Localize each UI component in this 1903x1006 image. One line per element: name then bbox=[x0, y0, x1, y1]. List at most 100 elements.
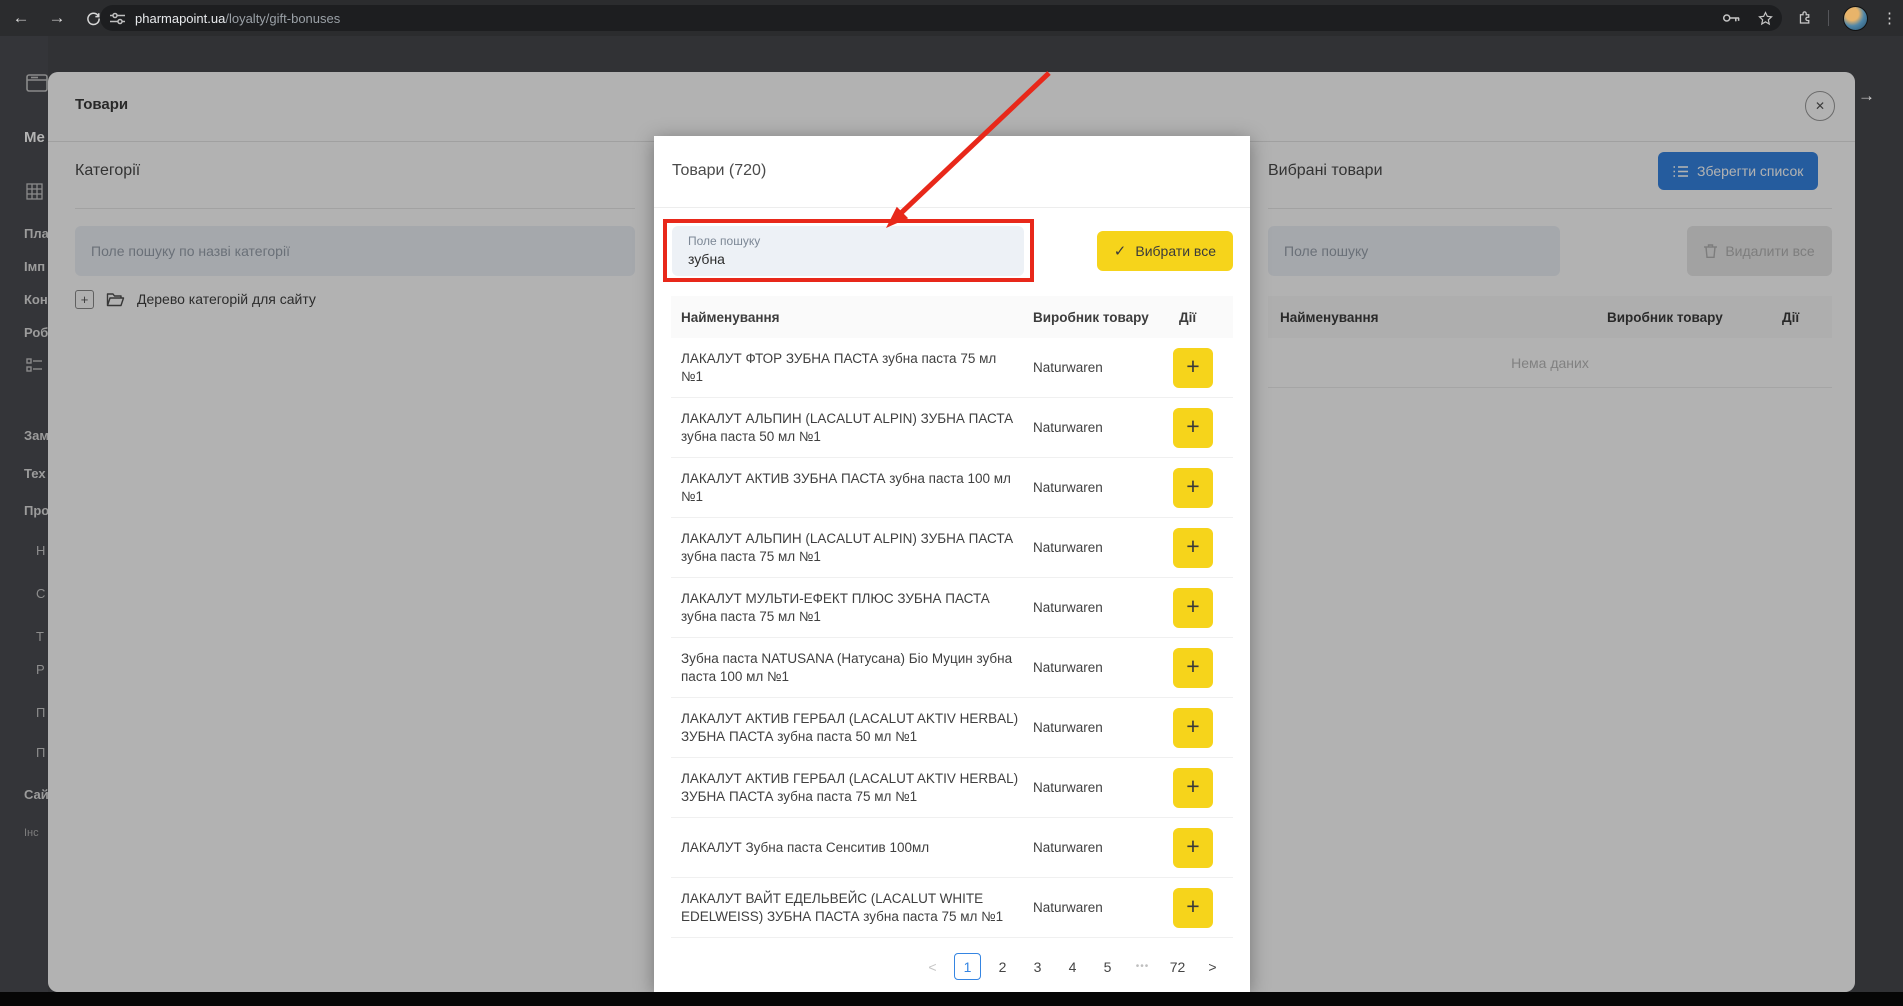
url-text: pharmapoint.ua/loyalty/gift-bonuses bbox=[135, 11, 340, 26]
sidebar-collapse-icon[interactable]: → bbox=[1858, 86, 1875, 106]
sidebar-item[interactable]: Роб bbox=[24, 325, 48, 340]
add-product-button[interactable]: + bbox=[1173, 348, 1213, 388]
page-ellipsis[interactable]: ••• bbox=[1129, 953, 1156, 980]
product-maker: Naturwaren bbox=[1033, 420, 1173, 435]
product-name: ЛАКАЛУТ АКТИВ ГЕРБАЛ (LACALUT AKTIV HERB… bbox=[671, 761, 1033, 815]
products-title: Товари (720) bbox=[672, 162, 766, 180]
address-bar[interactable]: pharmapoint.ua/loyalty/gift-bonuses bbox=[100, 5, 1782, 31]
page-number[interactable]: 72 bbox=[1164, 953, 1191, 980]
sidebar-item[interactable]: Пла bbox=[24, 226, 48, 241]
back-icon[interactable]: ← bbox=[6, 3, 36, 33]
browser-toolbar: ← → pharmapoint.ua/loyalty/gift-bonuses … bbox=[0, 0, 1903, 36]
sidebar-item[interactable]: Ме bbox=[24, 129, 45, 146]
search-field-label: Поле пошуку bbox=[688, 234, 760, 248]
bookmark-star-icon[interactable] bbox=[1757, 10, 1774, 27]
product-maker: Naturwaren bbox=[1033, 480, 1173, 495]
page-bottom-strip bbox=[0, 992, 1903, 1006]
sidebar-subitem[interactable]: Н bbox=[36, 543, 45, 558]
product-maker: Naturwaren bbox=[1033, 540, 1173, 555]
table-row: ЛАКАЛУТ АКТИВ ГЕРБАЛ (LACALUT AKTIV HERB… bbox=[671, 698, 1233, 758]
sidebar-subitem[interactable]: П bbox=[36, 705, 45, 720]
table-row: ЛАКАЛУТ ВАЙТ ЕДЕЛЬВЕЙС (LACALUT WHITE ED… bbox=[671, 878, 1233, 938]
sidebar-subitem[interactable]: С bbox=[36, 586, 45, 601]
product-maker: Naturwaren bbox=[1033, 840, 1173, 855]
products-panel: Товари (720) Поле пошуку ✓ Вибрати все Н… bbox=[654, 136, 1250, 992]
products-search-field[interactable]: Поле пошуку bbox=[672, 226, 1024, 276]
add-product-button[interactable]: + bbox=[1173, 648, 1213, 688]
col-maker: Виробник товару bbox=[1033, 310, 1173, 325]
pagination: < 1 2 3 4 5 ••• 72 > bbox=[919, 953, 1226, 980]
chrome-menu-icon[interactable]: ⋮ bbox=[1882, 9, 1897, 27]
sidebar-item[interactable]: Тех bbox=[24, 466, 46, 481]
product-name: ЛАКАЛУТ АКТИВ ЗУБНА ПАСТА зубна паста 10… bbox=[671, 461, 1033, 515]
sidebar-subitem[interactable]: Р bbox=[36, 662, 45, 677]
page-next-icon[interactable]: > bbox=[1199, 953, 1226, 980]
add-product-button[interactable]: + bbox=[1173, 768, 1213, 808]
password-key-icon[interactable] bbox=[1722, 11, 1741, 25]
col-name: Найменування bbox=[671, 310, 1033, 325]
products-modal: Товари ✕ Категорії + Дерево категорій дл… bbox=[48, 72, 1855, 992]
list-icon bbox=[26, 358, 43, 372]
table-row: ЛАКАЛУТ АЛЬПИН (LACALUT ALPIN) ЗУБНА ПАС… bbox=[671, 398, 1233, 458]
page-number[interactable]: 4 bbox=[1059, 953, 1086, 980]
product-name: ЛАКАЛУТ АЛЬПИН (LACALUT ALPIN) ЗУБНА ПАС… bbox=[671, 521, 1033, 575]
screen: ← → pharmapoint.ua/loyalty/gift-bonuses … bbox=[0, 0, 1903, 1006]
table-row: ЛАКАЛУТ ФТОР ЗУБНА ПАСТА зубна паста 75 … bbox=[671, 338, 1233, 398]
sidebar-item[interactable]: Кон bbox=[24, 292, 48, 307]
sidebar-subitem[interactable]: Т bbox=[36, 629, 44, 644]
sidebar-item[interactable]: Імп bbox=[24, 259, 45, 274]
product-name: ЛАКАЛУТ ФТОР ЗУБНА ПАСТА зубна паста 75 … bbox=[671, 341, 1033, 395]
page-number[interactable]: 3 bbox=[1024, 953, 1051, 980]
page-number[interactable]: 5 bbox=[1094, 953, 1121, 980]
extensions-icon[interactable] bbox=[1796, 9, 1814, 27]
products-table-header: Найменування Виробник товару Дії bbox=[671, 296, 1233, 338]
product-maker: Naturwaren bbox=[1033, 600, 1173, 615]
col-actions: Дії bbox=[1173, 310, 1233, 325]
add-product-button[interactable]: + bbox=[1173, 408, 1213, 448]
products-panel-header: Товари (720) bbox=[654, 136, 1250, 208]
sidebar-item[interactable]: Зам bbox=[24, 428, 48, 443]
product-name: ЛАКАЛУТ Зубна паста Сенситив 100мл bbox=[671, 830, 1033, 866]
table-row: Зубна паста NATUSANA (Натусана) Біо Муци… bbox=[671, 638, 1233, 698]
page-number[interactable]: 2 bbox=[989, 953, 1016, 980]
select-all-label: Вибрати все bbox=[1135, 243, 1216, 259]
product-maker: Naturwaren bbox=[1033, 360, 1173, 375]
table-row: ЛАКАЛУТ АКТИВ ЗУБНА ПАСТА зубна паста 10… bbox=[671, 458, 1233, 518]
sidebar-item[interactable]: Про bbox=[24, 503, 48, 518]
product-name: Зубна паста NATUSANA (Натусана) Біо Муци… bbox=[671, 641, 1033, 695]
table-row: ЛАКАЛУТ Зубна паста Сенситив 100мл Natur… bbox=[671, 818, 1233, 878]
add-product-button[interactable]: + bbox=[1173, 468, 1213, 508]
sidebar-subitem[interactable]: П bbox=[36, 745, 45, 760]
grid-icon bbox=[26, 183, 43, 200]
url-path: /loyalty/gift-bonuses bbox=[225, 11, 340, 26]
products-search-input[interactable] bbox=[688, 248, 1008, 270]
add-product-button[interactable]: + bbox=[1173, 528, 1213, 568]
admin-sidebar: Ме Пла Імп Кон Роб Зам Тех Про Н С Т Р П… bbox=[0, 36, 48, 992]
forward-icon[interactable]: → bbox=[42, 3, 72, 33]
product-name: ЛАКАЛУТ АКТИВ ГЕРБАЛ (LACALUT AKTIV HERB… bbox=[671, 701, 1033, 755]
table-row: ЛАКАЛУТ АКТИВ ГЕРБАЛ (LACALUT AKTIV HERB… bbox=[671, 758, 1233, 818]
product-maker: Naturwaren bbox=[1033, 660, 1173, 675]
page-prev-icon[interactable]: < bbox=[919, 953, 946, 980]
product-name: ЛАКАЛУТ АЛЬПИН (LACALUT ALPIN) ЗУБНА ПАС… bbox=[671, 401, 1033, 455]
product-name: ЛАКАЛУТ ВАЙТ ЕДЕЛЬВЕЙС (LACALUT WHITE ED… bbox=[671, 881, 1033, 935]
add-product-button[interactable]: + bbox=[1173, 888, 1213, 928]
window-icon bbox=[26, 73, 48, 93]
table-row: ЛАКАЛУТ АЛЬПИН (LACALUT ALPIN) ЗУБНА ПАС… bbox=[671, 518, 1233, 578]
toolbar-separator bbox=[1828, 10, 1829, 26]
product-maker: Naturwaren bbox=[1033, 900, 1173, 915]
add-product-button[interactable]: + bbox=[1173, 588, 1213, 628]
select-all-button[interactable]: ✓ Вибрати все bbox=[1097, 231, 1233, 271]
product-maker: Naturwaren bbox=[1033, 780, 1173, 795]
sidebar-item[interactable]: Сай bbox=[24, 787, 48, 802]
check-icon: ✓ bbox=[1114, 242, 1127, 260]
sidebar-item[interactable]: Інс bbox=[24, 827, 39, 839]
site-info-icon[interactable] bbox=[110, 12, 125, 25]
add-product-button[interactable]: + bbox=[1173, 828, 1213, 868]
products-table: Найменування Виробник товару Дії ЛАКАЛУТ… bbox=[671, 296, 1233, 938]
page-number[interactable]: 1 bbox=[954, 953, 981, 980]
product-maker: Naturwaren bbox=[1033, 720, 1173, 735]
url-host: pharmapoint.ua bbox=[135, 11, 225, 26]
add-product-button[interactable]: + bbox=[1173, 708, 1213, 748]
profile-avatar[interactable] bbox=[1843, 6, 1868, 31]
